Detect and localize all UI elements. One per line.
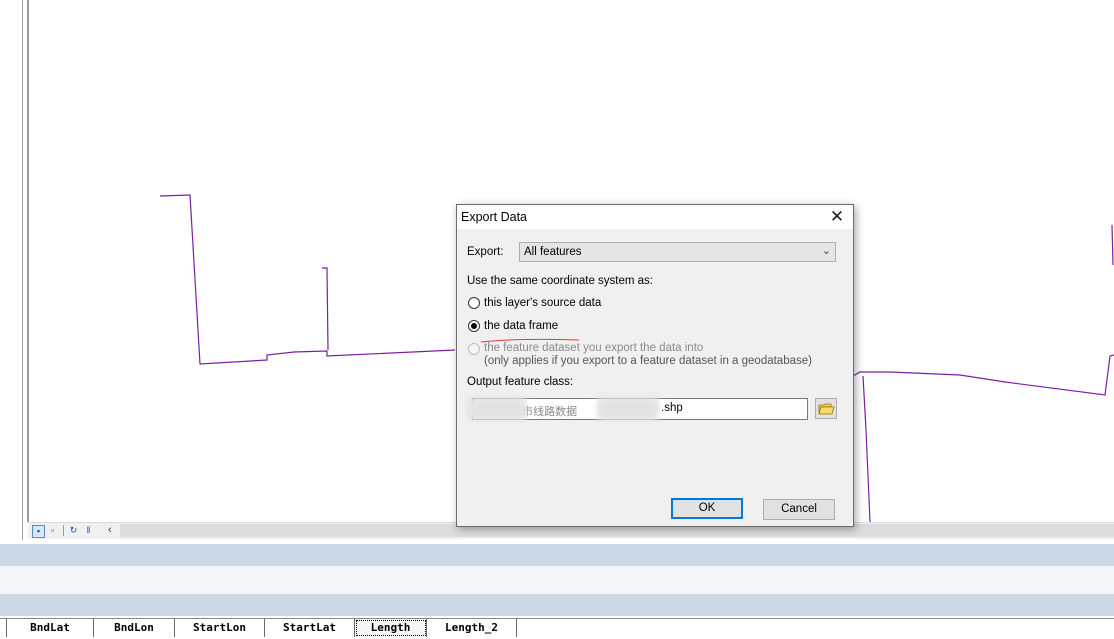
column-header[interactable]: BndLat — [7, 619, 94, 637]
column-header-selected[interactable]: Length — [355, 619, 427, 637]
scroll-left-icon[interactable]: ‹ — [108, 523, 118, 537]
feature-line — [322, 267, 329, 351]
toc-panel-edge — [0, 0, 23, 540]
cancel-button[interactable]: Cancel — [763, 499, 835, 520]
radio-label[interactable]: this layer's source data — [484, 297, 601, 309]
dialog-titlebar[interactable]: Export Data ✕ — [457, 205, 853, 229]
close-icon[interactable]: ✕ — [827, 207, 847, 227]
browse-button[interactable] — [815, 398, 837, 419]
redaction-blur — [597, 397, 659, 421]
column-header[interactable]: Length_2 — [427, 619, 517, 637]
column-header[interactable]: StartLon — [175, 619, 265, 637]
output-value: .shp — [661, 402, 683, 414]
redaction-blur — [467, 397, 527, 421]
feature-line — [1111, 224, 1114, 266]
folder-open-icon — [818, 403, 835, 415]
pause-icon[interactable]: ‖ — [83, 525, 94, 536]
radio-label[interactable]: the data frame — [484, 320, 558, 332]
chevron-down-icon: ⌄ — [821, 245, 831, 257]
ok-button[interactable]: OK — [671, 498, 743, 519]
export-data-dialog: Export Data ✕ Export: All features ⌄ Use… — [456, 204, 854, 527]
table-panel-body — [0, 566, 1114, 594]
column-header[interactable]: StartLat — [265, 619, 355, 637]
radio-data-frame[interactable] — [468, 320, 480, 332]
data-view-icon[interactable]: ▪ — [32, 525, 45, 538]
export-select[interactable]: All features ⌄ — [519, 242, 836, 262]
coordinate-system-heading: Use the same coordinate system as: — [467, 275, 653, 287]
export-select-value: All features — [524, 246, 582, 258]
output-label: Output feature class: — [467, 376, 574, 388]
radio-note: (only applies if you export to a feature… — [484, 355, 812, 367]
table-panel-toolbar — [0, 594, 1114, 616]
column-header[interactable]: BndLon — [94, 619, 175, 637]
export-label: Export: — [467, 246, 504, 258]
panel-splitter[interactable] — [27, 0, 29, 522]
feature-line — [159, 194, 456, 365]
attribute-table-header: BndLat BndLon StartLon StartLat Length L… — [0, 618, 1114, 639]
layout-view-icon[interactable]: ▫ — [47, 525, 58, 536]
feature-line — [862, 375, 871, 522]
dialog-title: Export Data — [461, 210, 528, 224]
radio-feature-dataset — [468, 343, 480, 355]
radio-source-data[interactable] — [468, 297, 480, 309]
feature-line — [852, 354, 1114, 396]
refresh-icon[interactable]: ↻ — [68, 525, 79, 536]
toolbar-separator — [63, 525, 64, 536]
table-panel-header — [0, 544, 1114, 566]
radio-label-disabled: the feature dataset you export the data … — [484, 342, 704, 354]
column-header-stub — [0, 619, 7, 637]
